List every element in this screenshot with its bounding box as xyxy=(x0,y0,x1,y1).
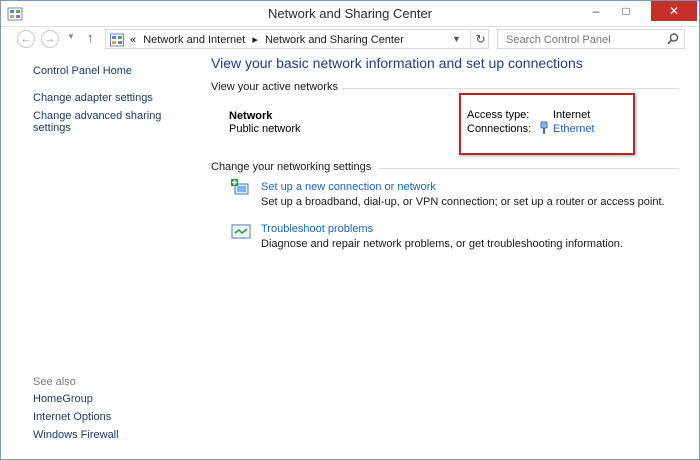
troubleshoot-problems-link[interactable]: Troubleshoot problems xyxy=(261,223,373,235)
forward-arrow-icon[interactable]: → xyxy=(41,30,59,48)
left-navigation-pane: Control Panel Home Change adapter settin… xyxy=(1,53,197,459)
windows-firewall-link[interactable]: Windows Firewall xyxy=(33,429,119,441)
active-networks-section-title: View your active networks xyxy=(211,81,338,93)
access-type-label: Access type: xyxy=(467,109,530,121)
address-dropdown-icon[interactable]: ▼ xyxy=(452,34,461,44)
control-panel-icon xyxy=(110,33,124,47)
breadcrumb-network-and-internet[interactable]: Network and Internet xyxy=(143,34,245,46)
ethernet-icon xyxy=(540,121,548,134)
access-type-value: Internet xyxy=(553,109,591,121)
search-icon[interactable] xyxy=(666,32,680,46)
refresh-icon[interactable]: ↻ xyxy=(470,30,490,48)
connections-label: Connections: xyxy=(467,123,532,135)
address-bar[interactable]: « Network and Internet ▸ Network and Sha… xyxy=(105,29,489,49)
troubleshoot-icon xyxy=(231,224,251,239)
section-divider xyxy=(379,168,679,169)
network-type-link[interactable]: Public network xyxy=(229,123,301,135)
page-title: View your basic network information and … xyxy=(211,55,583,71)
close-button[interactable]: ✕ xyxy=(651,1,697,21)
network-name: Network xyxy=(229,110,273,122)
homegroup-link[interactable]: HomeGroup xyxy=(33,393,93,405)
breadcrumb-separator-icon[interactable]: ▸ xyxy=(252,34,258,46)
change-advanced-sharing-settings-link[interactable]: Change advanced sharing settings xyxy=(33,110,161,134)
troubleshoot-problems-description: Diagnose and repair network problems, or… xyxy=(261,238,623,250)
change-adapter-settings-link[interactable]: Change adapter settings xyxy=(33,92,153,104)
change-settings-section-title: Change your networking settings xyxy=(211,161,372,173)
title-bar[interactable]: Network and Sharing Center – □ ✕ xyxy=(1,1,699,27)
setup-new-connection-description: Set up a broadband, dial-up, or VPN conn… xyxy=(261,196,665,208)
control-panel-home-link[interactable]: Control Panel Home xyxy=(33,65,132,77)
breadcrumb-network-and-sharing-center[interactable]: Network and Sharing Center xyxy=(265,34,404,46)
breadcrumb-overflow-icon[interactable]: « xyxy=(130,34,136,46)
maximize-button[interactable]: □ xyxy=(613,1,639,21)
network-and-sharing-center-window: Network and Sharing Center – □ ✕ ← → ▼ ↑… xyxy=(0,0,700,460)
back-arrow-icon[interactable]: ← xyxy=(17,30,35,48)
setup-new-connection-link[interactable]: Set up a new connection or network xyxy=(261,181,436,193)
search-box[interactable] xyxy=(497,29,685,49)
navigation-bar: ← → ▼ ↑ « Network and Internet ▸ Network… xyxy=(1,28,699,50)
recent-locations-dropdown-icon[interactable]: ▼ xyxy=(67,32,75,41)
internet-options-link[interactable]: Internet Options xyxy=(33,411,111,423)
up-arrow-icon[interactable]: ↑ xyxy=(87,30,94,45)
section-divider xyxy=(343,88,679,89)
minimize-button[interactable]: – xyxy=(583,1,609,21)
breadcrumb: « Network and Internet ▸ Network and Sha… xyxy=(130,33,408,46)
see-also-label: See also xyxy=(33,376,76,388)
new-connection-icon xyxy=(231,179,249,195)
search-input[interactable] xyxy=(506,33,656,47)
ethernet-link[interactable]: Ethernet xyxy=(553,123,595,135)
